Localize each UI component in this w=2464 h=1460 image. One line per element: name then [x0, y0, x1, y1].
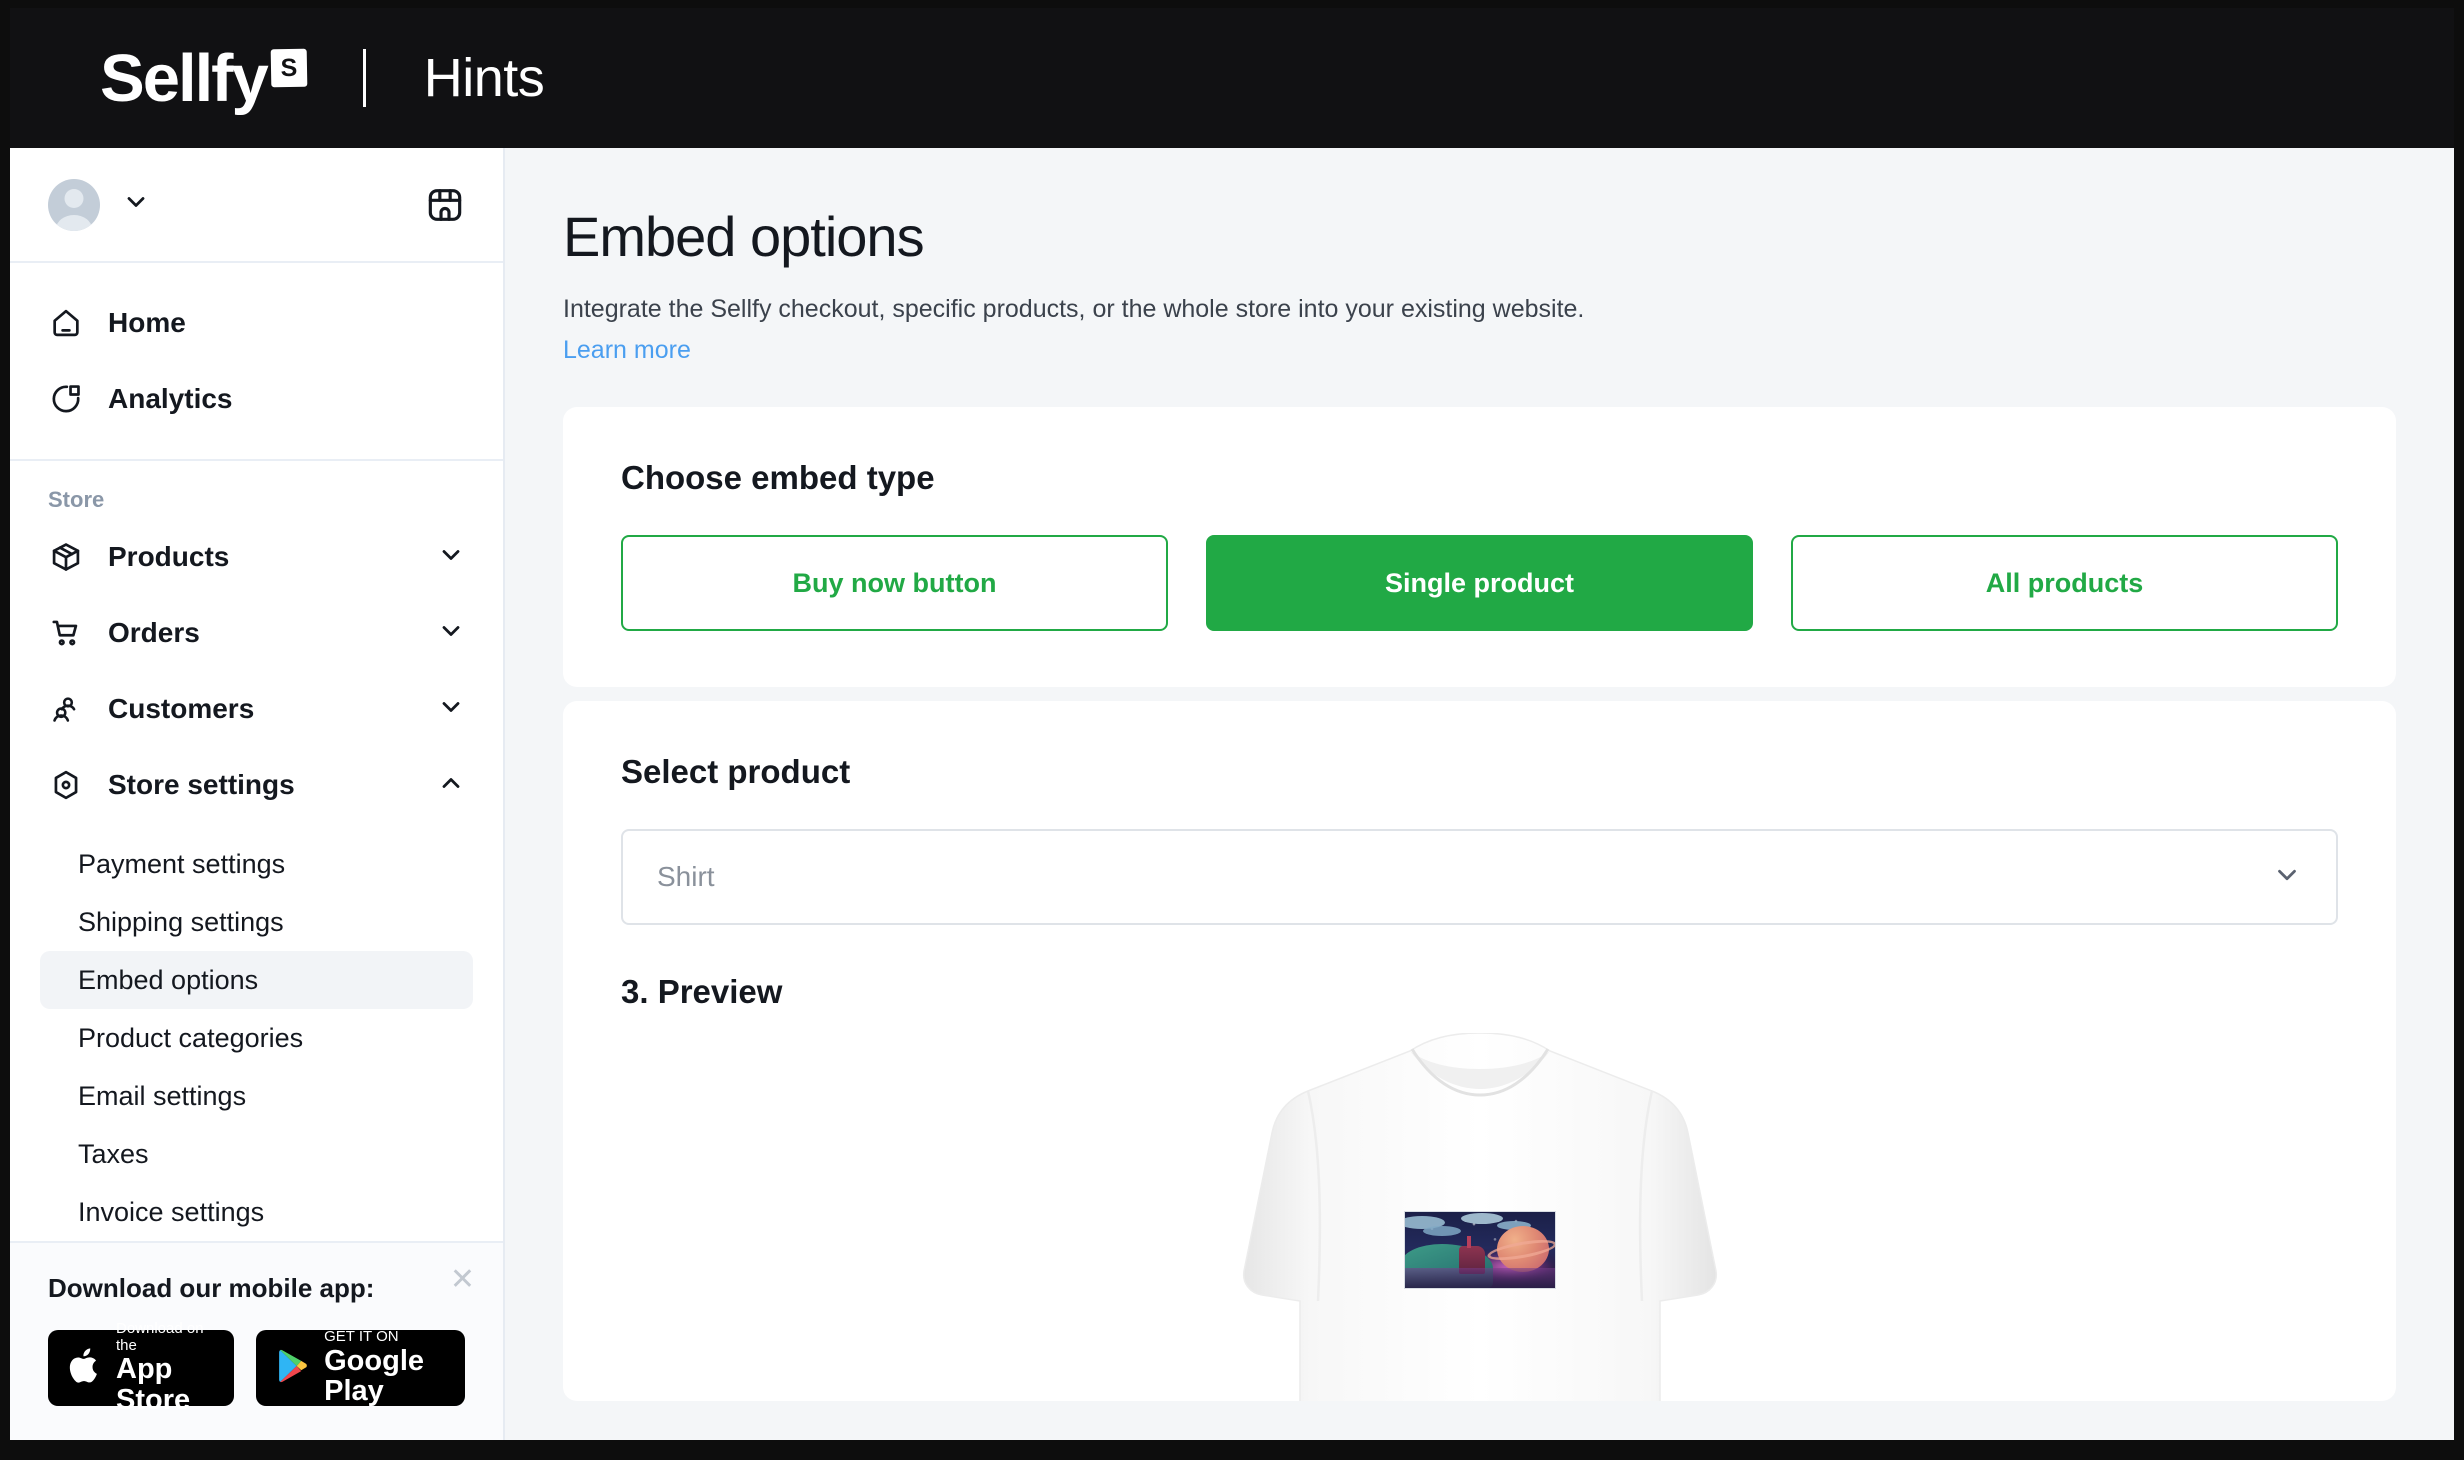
google-play-badge-title: Google Play — [324, 1344, 425, 1408]
sidebar: Home Analytics Store Products Orders Cus… — [10, 148, 505, 1440]
settings-target-icon — [48, 767, 84, 803]
sidebar-item-analytics[interactable]: Analytics — [10, 361, 503, 437]
promo-title: Download our mobile app: — [48, 1273, 375, 1303]
product-select-value: Shirt — [657, 861, 715, 892]
google-play-icon — [276, 1347, 310, 1390]
artwork-cloud — [1460, 1213, 1503, 1224]
sidebar-subitem-label: Shipping settings — [78, 906, 284, 937]
embed-type-options: Buy now button Single product All produc… — [621, 535, 2338, 631]
sidebar-subitem-embed-options[interactable]: Embed options — [40, 951, 473, 1009]
account-switcher-row — [10, 148, 503, 264]
sidebar-item-label: Analytics — [108, 383, 233, 415]
user-avatar-icon — [48, 178, 100, 231]
sweatshirt-mockup-image — [1160, 1033, 1800, 1401]
app-store-badges: Download on the App Store GET IT ON Goog… — [48, 1320, 465, 1415]
embed-type-card: Choose embed type Buy now button Single … — [563, 407, 2396, 687]
sidebar-subitem-product-categories[interactable]: Product categories — [40, 1009, 473, 1067]
app-store-badge-title: App Store — [116, 1353, 191, 1416]
sidebar-item-label: Customers — [108, 693, 255, 724]
embed-type-label: Single product — [1385, 567, 1574, 598]
app-body: Home Analytics Store Products Orders Cus… — [10, 148, 2454, 1440]
app-store-badge[interactable]: Download on the App Store — [48, 1320, 235, 1415]
logo-wordmark: Sellfy — [100, 40, 269, 116]
sidebar-item-home[interactable]: Home — [10, 285, 503, 361]
embed-type-heading: Choose embed type — [621, 459, 935, 496]
google-play-badge[interactable]: GET IT ON Google Play — [256, 1328, 465, 1408]
sellfy-logo[interactable]: Sellfy S — [100, 40, 308, 116]
chevron-down-icon[interactable] — [437, 541, 465, 574]
product-preview — [621, 1033, 2338, 1401]
sidebar-subitem-label: Email settings — [78, 1080, 247, 1111]
sidebar-subitem-label: Payment settings — [78, 848, 286, 879]
embed-type-buy-now-button[interactable]: Buy now button — [621, 535, 1168, 631]
shirt-graphic-artwork — [1403, 1211, 1556, 1289]
sidebar-subitem-payment-settings[interactable]: Payment settings — [40, 835, 473, 893]
sidebar-item-orders[interactable]: Orders — [10, 595, 503, 671]
storefront-icon[interactable] — [425, 185, 465, 225]
sidebar-item-products[interactable]: Products — [10, 519, 503, 595]
embed-type-single-product[interactable]: Single product — [1206, 535, 1753, 631]
learn-more-link[interactable]: Learn more — [563, 336, 691, 365]
artwork-flag-pole — [1466, 1236, 1471, 1248]
chevron-down-icon[interactable] — [437, 693, 465, 726]
sidebar-subitem-taxes[interactable]: Taxes — [40, 1125, 473, 1183]
sidebar-item-store-settings[interactable]: Store settings — [10, 747, 503, 823]
sidebar-subitem-label: Invoice settings — [78, 1196, 265, 1227]
sidebar-item-customers[interactable]: Customers — [10, 671, 503, 747]
app-store-badge-text: Download on the App Store — [116, 1320, 214, 1416]
select-product-card: Select product Shirt 3. Preview — [563, 701, 2396, 1401]
account-switcher[interactable] — [48, 178, 150, 231]
sidebar-item-label: Store settings — [108, 769, 295, 800]
embed-type-label: Buy now button — [792, 567, 997, 598]
shopping-cart-icon — [48, 615, 84, 651]
home-icon — [48, 305, 84, 341]
embed-type-all-products[interactable]: All products — [1791, 535, 2338, 631]
select-product-heading: Select product — [621, 753, 851, 790]
sidebar-item-label: Home — [108, 307, 186, 339]
chevron-down-icon[interactable] — [122, 188, 150, 221]
main-content: Embed options Integrate the Sellfy check… — [505, 148, 2454, 1440]
sidebar-subitem-label: Taxes — [78, 1138, 149, 1169]
close-icon[interactable]: ✕ — [450, 1265, 475, 1295]
sidebar-section-label-store: Store — [48, 487, 105, 512]
sidebar-subitem-label: Product categories — [78, 1022, 304, 1053]
apple-logo-icon — [68, 1346, 102, 1391]
sidebar-subitem-invoice-settings[interactable]: Invoice settings — [40, 1183, 473, 1241]
page-subtitle: Integrate the Sellfy checkout, specific … — [563, 295, 1585, 323]
chevron-down-icon[interactable] — [2272, 860, 2302, 895]
chevron-up-icon[interactable] — [437, 769, 465, 802]
pie-chart-icon — [48, 381, 84, 417]
sidebar-subitem-shipping-settings[interactable]: Shipping settings — [40, 893, 473, 951]
page-context-title: Hints — [423, 48, 545, 108]
artwork-cloud — [1422, 1226, 1461, 1236]
people-group-icon — [48, 691, 84, 727]
preview-heading: 3. Preview — [621, 973, 783, 1010]
sidebar-subitem-email-settings[interactable]: Email settings — [40, 1067, 473, 1125]
package-box-icon — [48, 539, 84, 575]
artwork-water-reflection — [1404, 1268, 1555, 1288]
mobile-app-promo: ✕ Download our mobile app: Download on t… — [10, 1241, 503, 1440]
sidebar-subitem-label: Embed options — [78, 964, 259, 995]
app-window: Sellfy S Hints Home Analytics Store Prod… — [0, 0, 2464, 1460]
chevron-down-icon[interactable] — [437, 617, 465, 650]
page-title: Embed options — [563, 205, 925, 268]
logo-badge-icon: S — [270, 48, 308, 87]
app-store-badge-subtitle: Download on the — [116, 1320, 204, 1354]
header-divider — [362, 49, 366, 107]
sidebar-item-label: Orders — [108, 617, 200, 648]
sidebar-nav-store: Products Orders Customers Store settings… — [10, 519, 503, 1241]
sidebar-nav-primary: Home Analytics — [10, 263, 503, 437]
sidebar-item-label: Products — [108, 541, 230, 572]
top-header-bar: Sellfy S Hints — [10, 8, 2454, 148]
google-play-badge-text: GET IT ON Google Play — [324, 1328, 445, 1408]
google-play-badge-subtitle: GET IT ON — [324, 1328, 399, 1346]
product-select[interactable]: Shirt — [621, 829, 2338, 925]
embed-type-label: All products — [1985, 567, 2144, 598]
